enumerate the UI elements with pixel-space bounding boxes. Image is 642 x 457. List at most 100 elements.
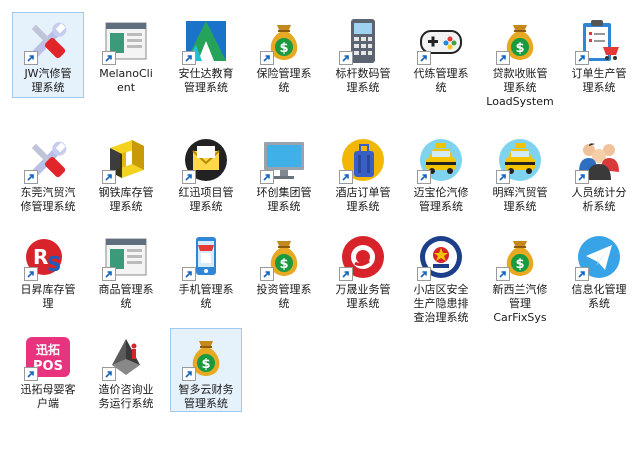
shortcut-label: 商品管理系 统 (98, 283, 154, 310)
shortcut-label: 安仕达教育 管理系统 (178, 67, 234, 94)
desktop-shortcut[interactable]: 迅拓 POS 迅拓母婴客 户端 (12, 328, 84, 412)
wrench-screwdriver-icon (24, 17, 72, 65)
green-triangle-logo-icon (182, 17, 230, 65)
taxi-icon (417, 136, 465, 184)
shortcut-arrow-icon (24, 51, 38, 65)
desktop-shortcut[interactable]: 订单生产管 理系统 (563, 12, 635, 96)
phone-keypad-icon (339, 17, 387, 65)
desktop-shortcut[interactable]: 标杆数码管 理系统 (327, 12, 399, 96)
shortcut-arrow-icon (24, 170, 38, 184)
shortcut-arrow-icon (182, 170, 196, 184)
desktop-shortcut[interactable]: 手机管理系 统 (170, 228, 242, 312)
desktop-shortcut[interactable]: 人员统计分 析系统 (563, 131, 635, 215)
desktop-shortcut[interactable]: 万晟业务管 理系统 (327, 228, 399, 312)
shortcut-label: 环创集团管 理系统 (256, 186, 312, 213)
shortcut-label: 迅拓母婴客 户端 (20, 383, 76, 410)
desktop-shortcut[interactable]: 东莞汽贸汽 修管理系统 (12, 131, 84, 215)
shortcut-label: 手机管理系 统 (178, 283, 234, 310)
shortcut-label: MelanoCli ent (99, 67, 153, 94)
shortcut-arrow-icon (102, 267, 116, 281)
gamepad-icon (417, 17, 465, 65)
cube-logo-icon (102, 333, 150, 381)
shortcut-arrow-icon (24, 367, 38, 381)
shortcut-arrow-icon (575, 267, 589, 281)
desktop-shortcut[interactable]: $ 保险管理系 统 (248, 12, 320, 96)
shortcut-label: JW汽修管 理系统 (24, 67, 72, 94)
money-bag-icon: $ (260, 233, 308, 281)
desktop-shortcut[interactable]: JW汽修管 理系统 (12, 12, 84, 98)
shortcut-label: 保险管理系 统 (256, 67, 312, 94)
desktop-shortcut[interactable]: 信息化管理 系统 (563, 228, 635, 312)
shortcut-arrow-icon (575, 170, 589, 184)
shortcut-arrow-icon (102, 367, 116, 381)
shortcut-label: 小店区安全 生产隐患排 查治理系统 (413, 283, 469, 324)
desktop-shortcut[interactable]: 小店区安全 生产隐患排 查治理系统 (405, 228, 477, 326)
shortcut-label: 智多云财务 管理系统 (178, 383, 234, 410)
desktop-shortcut[interactable]: 造价咨询业 务运行系统 (90, 328, 162, 412)
shortcut-label: 红迅项目管 理系统 (178, 186, 234, 213)
shortcut-arrow-icon (575, 51, 589, 65)
svg-text:$: $ (515, 41, 524, 56)
money-bag-icon: $ (182, 333, 230, 381)
money-bag-icon: $ (260, 17, 308, 65)
shortcut-label: 贷款收账管 理系统 LoadSystem (486, 67, 554, 108)
shortcut-label: 酒店订单管 理系统 (335, 186, 391, 213)
desktop-shortcut[interactable]: 酒店订单管 理系统 (327, 131, 399, 215)
svg-text:迅拓: 迅拓 (36, 342, 60, 357)
shortcut-arrow-icon (260, 170, 274, 184)
wrench-screwdriver-icon (24, 136, 72, 184)
shortcut-arrow-icon (496, 51, 510, 65)
desktop-shortcut[interactable]: $ 新西兰汽修 管理 CarFixSys (484, 228, 556, 326)
shortcut-arrow-icon (260, 267, 274, 281)
shortcut-arrow-icon (182, 51, 196, 65)
suitcase-icon (339, 136, 387, 184)
shortcut-arrow-icon (417, 170, 431, 184)
window-app-icon (102, 233, 150, 281)
paper-plane-icon (575, 233, 623, 281)
police-badge-icon (417, 233, 465, 281)
mail-envelope-icon (182, 136, 230, 184)
desktop-shortcut[interactable]: 钢铁库存管 理系统 (90, 131, 162, 215)
shortcut-arrow-icon (496, 170, 510, 184)
money-bag-icon: $ (496, 233, 544, 281)
desktop-shortcut[interactable]: MelanoCli ent (90, 12, 162, 96)
shortcut-arrow-icon (339, 51, 353, 65)
svg-text:$: $ (201, 357, 210, 372)
money-bag-icon: $ (496, 17, 544, 65)
steel-beam-icon (102, 136, 150, 184)
shortcut-arrow-icon (182, 267, 196, 281)
shortcut-label: 日昇库存管 理 (20, 283, 76, 310)
desktop-shortcut[interactable]: $ 投资管理系 统 (248, 228, 320, 312)
shortcut-arrow-icon (339, 267, 353, 281)
shortcut-arrow-icon (182, 367, 196, 381)
shortcut-arrow-icon (417, 51, 431, 65)
clipboard-cart-icon (575, 17, 623, 65)
shortcut-arrow-icon (24, 267, 38, 281)
taxi-icon (496, 136, 544, 184)
svg-text:$: $ (515, 257, 524, 272)
desktop-shortcut[interactable]: 红迅项目管 理系统 (170, 131, 242, 215)
desktop-shortcut[interactable]: 环创集团管 理系统 (248, 131, 320, 215)
window-app-icon (102, 17, 150, 65)
shortcut-arrow-icon (496, 267, 510, 281)
desktop-shortcut[interactable]: $ 贷款收账管 理系统 LoadSystem (484, 12, 556, 110)
desktop-shortcut[interactable]: 安仕达教育 管理系统 (170, 12, 242, 96)
shortcut-label: 人员统计分 析系统 (571, 186, 627, 213)
desktop-shortcut[interactable]: 迈宝伦汽修 管理系统 (405, 131, 477, 215)
desktop-shortcut[interactable]: 商品管理系 统 (90, 228, 162, 312)
desktop: JW汽修管 理系统 MelanoCli ent 安仕达教育 管理系统 $ 保险管理系 统… (0, 0, 642, 457)
desktop-shortcut[interactable]: R S 日昇库存管 理 (12, 228, 84, 312)
desktop-shortcut[interactable]: $ 智多云财务 管理系统 (170, 328, 242, 412)
shortcut-label: 迈宝伦汽修 管理系统 (413, 186, 469, 213)
svg-text:S: S (47, 252, 61, 276)
red-camera-icon (339, 233, 387, 281)
shortcut-arrow-icon (102, 51, 116, 65)
desktop-shortcut[interactable]: 代练管理系 统 (405, 12, 477, 96)
rs-logo-icon: RS (24, 233, 72, 281)
shortcut-label: 代练管理系 统 (413, 67, 469, 94)
shortcut-label: 订单生产管 理系统 (571, 67, 627, 94)
people-group-icon (575, 136, 623, 184)
shortcut-arrow-icon (260, 51, 274, 65)
desktop-shortcut[interactable]: 明辉汽贸管 理系统 (484, 131, 556, 215)
shortcut-label: 钢铁库存管 理系统 (98, 186, 154, 213)
